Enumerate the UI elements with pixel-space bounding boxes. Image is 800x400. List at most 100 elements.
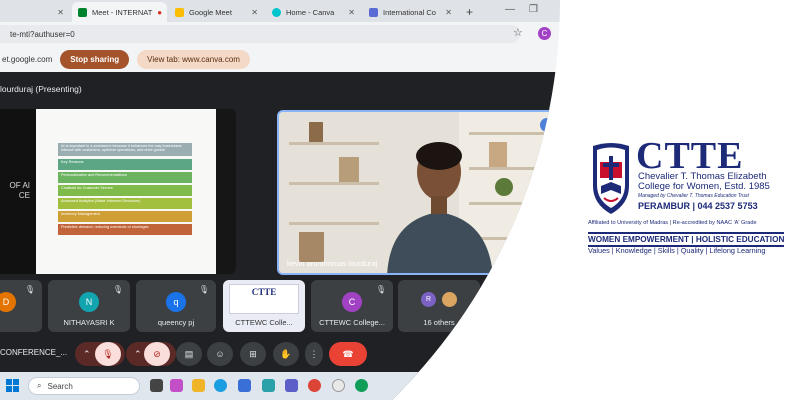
location-phone: PERAMBUR | 044 2537 5753 — [638, 201, 758, 211]
participant-tile[interactable]: C 🎙 CTTEWC College... — [311, 280, 393, 332]
avatar: N — [79, 292, 99, 312]
raise-hand-button[interactable]: ✋ — [273, 342, 299, 366]
edge-icon[interactable] — [214, 379, 227, 392]
mic-off-icon: 🎙 — [112, 285, 123, 294]
bookmark-star-icon[interactable]: ☆ — [513, 26, 523, 39]
captions-button[interactable]: ▤ — [176, 342, 202, 366]
college-emblem-icon — [593, 143, 629, 214]
taskbar-search[interactable]: ⌕ Search — [28, 377, 140, 395]
more-options-button[interactable]: ⋮ — [305, 342, 323, 366]
values-text: Values | Knowledge | Skills | Quality | … — [588, 246, 766, 255]
app-icon[interactable] — [285, 379, 298, 392]
tab-meet[interactable]: Meet - INTERNAT ● ✕ — [72, 2, 167, 22]
new-tab-button[interactable]: + — [460, 2, 479, 22]
profile-avatar[interactable]: C — [538, 27, 551, 40]
chrome-icon[interactable] — [355, 379, 368, 392]
tab-0[interactable]: ✕ — [0, 2, 70, 22]
url-text: te-mti?authuser=0 — [10, 29, 75, 39]
slide-row: Predictive demand, reducing overstock or… — [58, 224, 192, 235]
copilot-icon[interactable] — [170, 379, 183, 392]
avatar: D — [0, 292, 16, 312]
present-screen-icon: ⊞ — [249, 348, 257, 359]
slide-row: Advanced Analytics (Make Informed Decisi… — [58, 198, 192, 209]
speaker-video[interactable]: kevin arunthomas lourduraj ⋮ — [277, 110, 560, 275]
camera-toggle-button[interactable]: ⊘ — [144, 342, 170, 366]
leave-call-button[interactable]: ☎ — [329, 342, 367, 366]
avatar: C — [516, 292, 536, 312]
participant-tile[interactable]: N 🎙 NITHAYASRI K — [48, 280, 130, 332]
participant-name: queency pj — [157, 318, 195, 327]
windows-start-icon[interactable] — [6, 379, 19, 392]
slide-side-text: OF AI CE — [0, 109, 36, 274]
chevron-up-icon: ⌃ — [134, 348, 142, 359]
avatar: R — [421, 292, 436, 307]
captions-icon: ▤ — [184, 348, 194, 359]
meet-window: lourduraj (Presenting) OF AI CE AI is im… — [0, 72, 560, 400]
minimize-icon[interactable]: — — [505, 4, 515, 15]
view-tab-button[interactable]: View tab: www.canva.com — [137, 49, 250, 69]
chrome-icon[interactable] — [308, 379, 321, 392]
tab-google-meet[interactable]: Google Meet ✕ — [169, 2, 264, 22]
battery-icon[interactable]: ▭ — [437, 381, 444, 389]
task-view-icon[interactable] — [150, 379, 163, 392]
store-icon[interactable] — [238, 379, 251, 392]
avatar: q — [166, 292, 186, 312]
mic-off-icon: 🎙 — [102, 348, 114, 359]
url-field[interactable]: te-mti?authuser=0 — [0, 25, 520, 43]
hand-icon: ✋ — [280, 348, 292, 359]
participant-tile-others[interactable]: R 16 others — [398, 280, 480, 332]
affiliation-text: Affiliated to University of Madras | Re-… — [588, 220, 757, 226]
college-logo: CTTE Chevalier T. Thomas Elizabeth Colle… — [588, 135, 788, 258]
speaker-name: kevin arunthomas lourduraj — [287, 259, 378, 268]
college-name-line2: College for Women, Estd. 1985 — [638, 181, 770, 192]
search-icon: ⌕ — [37, 381, 42, 390]
participant-tile[interactable]: D 🎙 — [0, 280, 42, 332]
slide-row: Key Reasons — [58, 159, 192, 170]
tagline: WOMEN EMPOWERMENT | HOLISTIC EDUCATION — [588, 232, 784, 247]
poster-thumbnail: CTTE — [229, 284, 299, 314]
people-icon[interactable]: 👥 — [524, 346, 536, 357]
emoji-button[interactable]: ☺ — [207, 342, 233, 366]
info-icon[interactable]: i — [500, 346, 513, 359]
app-icon[interactable] — [262, 379, 275, 392]
wifi-icon[interactable]: ◠ — [473, 381, 479, 389]
close-icon[interactable]: ✕ — [348, 8, 355, 17]
system-tray: ⌃ ☁ ▭ ENG IN ◠ ◁ — [408, 378, 492, 392]
tab-label: Home - Canva — [286, 7, 335, 17]
address-bar-row: te-mti?authuser=0 — [0, 22, 560, 46]
language-indicator[interactable]: ENG IN — [452, 378, 465, 392]
taskbar: ⌕ Search ⌃ ☁ ▭ ENG IN ◠ ◁ — [0, 372, 560, 400]
stage: ✕ Meet - INTERNAT ● ✕ Google Meet ✕ Home… — [0, 0, 800, 400]
mic-toggle-button[interactable]: 🎙 — [95, 342, 121, 366]
document-icon — [369, 7, 378, 17]
recording-dot-icon: ● — [157, 7, 163, 17]
canva-icon — [272, 7, 281, 17]
close-icon[interactable]: ✕ — [251, 8, 258, 17]
app-icon[interactable] — [332, 379, 345, 392]
cloud-icon[interactable]: ☁ — [422, 381, 429, 389]
tab-international[interactable]: International Co ✕ — [363, 2, 458, 22]
college-name: Chevalier T. Thomas Elizabeth College fo… — [638, 172, 770, 192]
participant-name: CTTEWC Colle... — [235, 318, 293, 327]
speaking-indicator-icon: ⋮ — [540, 118, 554, 132]
tab-label: Meet - INTERNAT — [92, 7, 153, 17]
mic-off-icon: 🎙 — [24, 285, 35, 294]
restore-icon[interactable]: ❐ — [529, 4, 538, 15]
tab-canva[interactable]: Home - Canva ✕ — [266, 2, 361, 22]
participant-name: NITHAYASRI K — [63, 318, 115, 327]
people-count-badge: 25 — [532, 336, 545, 344]
stop-sharing-button[interactable]: Stop sharing — [60, 49, 130, 69]
mic-off-icon: 🎙 — [375, 285, 386, 294]
file-explorer-icon[interactable] — [192, 379, 205, 392]
chevron-up-icon[interactable]: ⌃ — [408, 381, 414, 389]
close-icon[interactable]: ✕ — [445, 8, 452, 17]
presentation-pane[interactable]: OF AI CE AI is important in e-commerce b… — [0, 109, 236, 274]
volume-icon[interactable]: ◁ — [487, 381, 492, 389]
participant-tile[interactable]: q 🎙 queency pj — [136, 280, 216, 332]
control-bar: CONFERENCE_... ⌃ 🎙 ⌃ ⊘ ▤ ☺ ⊞ ✋ ⋮ ☎ i 👥 2… — [0, 336, 560, 370]
participant-tile[interactable]: CTTE CTTEWC Colle... — [223, 280, 305, 332]
participant-tile[interactable]: C 🎙 CTTEWC College... — [485, 280, 560, 332]
close-icon[interactable]: ✕ — [57, 8, 64, 17]
mic-off-icon: 🎙 — [198, 285, 209, 294]
present-button[interactable]: ⊞ — [240, 342, 266, 366]
